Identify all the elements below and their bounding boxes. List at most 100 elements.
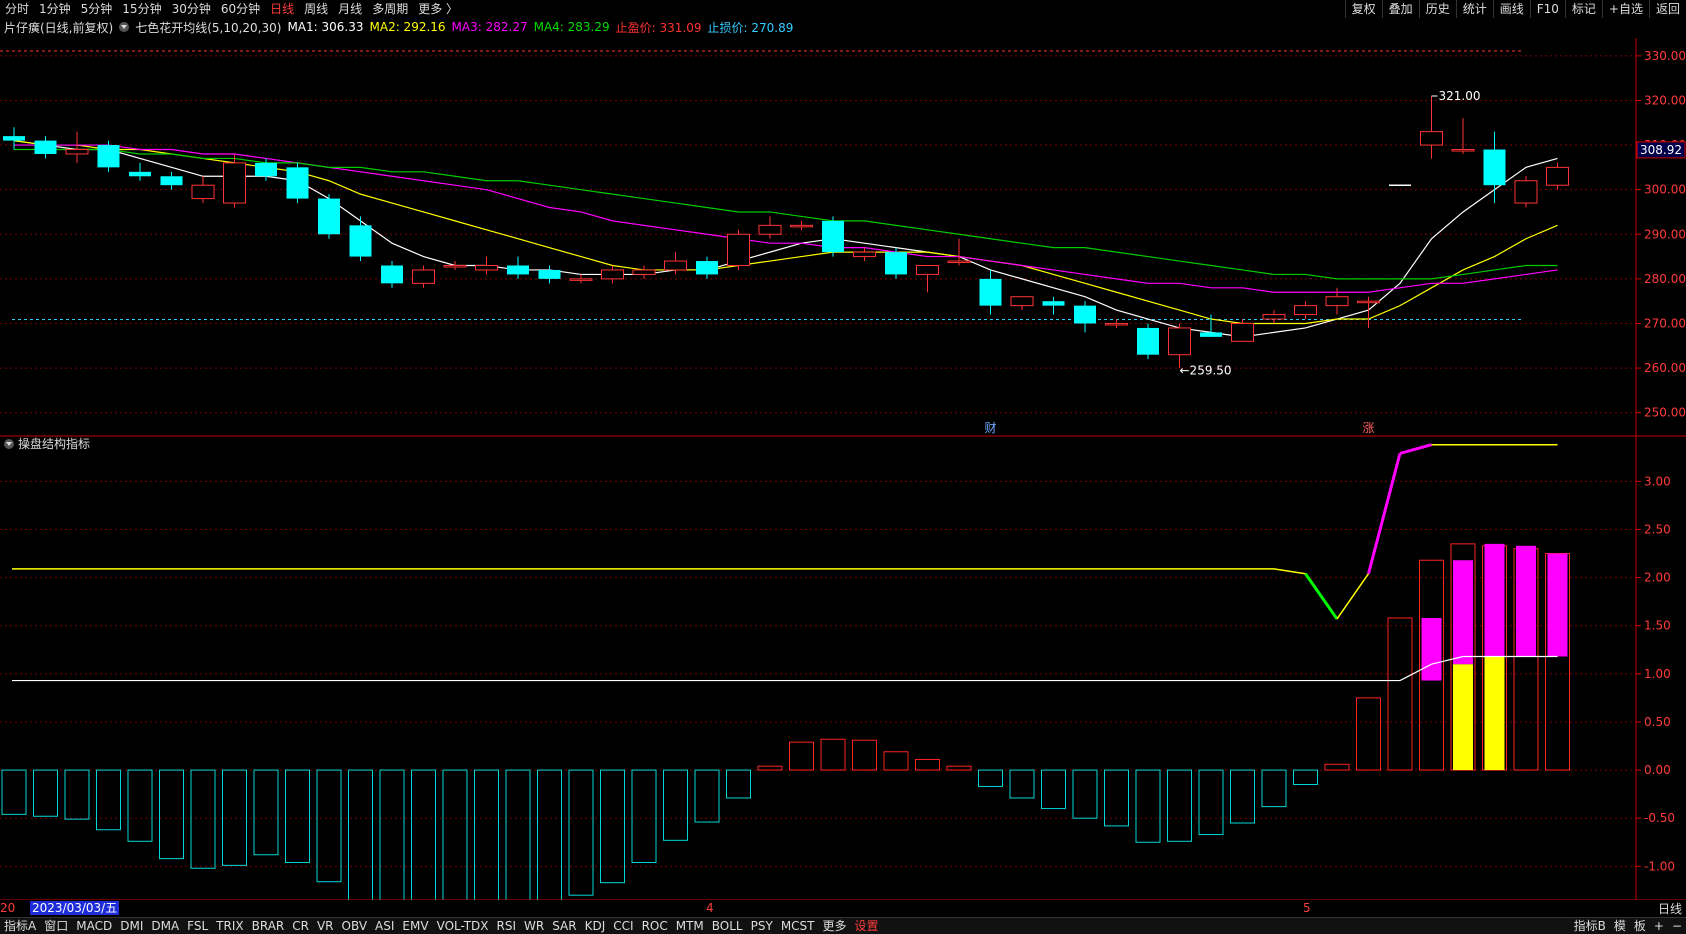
indicator-bar [883,751,909,771]
indicator-magenta-block [1453,560,1473,665]
candle [3,127,25,150]
indicator-tab-12[interactable]: EMV [398,918,432,934]
indicator-tab-4[interactable]: DMA [147,918,183,934]
indicator-tab-10[interactable]: OBV [338,918,372,934]
indicator-tab-21[interactable]: BOLL [708,918,747,934]
indicator-bar [978,769,1003,787]
candle [696,256,718,279]
indicator-magenta-block [1484,543,1505,657]
bottom-right-button-0[interactable]: 指标B [1570,918,1610,934]
candle [1451,118,1475,154]
indicator-tick-label: 3.00 [1644,474,1671,488]
candle [853,247,876,262]
indicator-tab-13[interactable]: VOL-TDX [433,918,493,934]
indicator-bar [1387,617,1413,771]
candle [538,265,561,284]
indicator-collapse-icon[interactable] [4,438,14,449]
indicator-upper-curve [1273,568,1306,575]
indicator-tab-14[interactable]: RSI [493,918,521,934]
indicator-magenta-block [1547,553,1568,657]
indicator-bar [631,769,657,863]
candle-body [286,167,309,199]
price-tick-label: 270.00 [1644,316,1686,330]
indicator-tab-19[interactable]: ROC [638,918,672,934]
price-tick-label: 260.00 [1644,361,1686,375]
indicator-tab-22[interactable]: PSY [747,918,777,934]
indicator-bar [1167,769,1192,842]
indicator-tab-25[interactable]: 设置 [851,918,883,934]
candle [129,162,151,181]
bottom-right-button-4[interactable]: − [1668,918,1686,934]
candle-body [790,224,813,228]
date-bar-year: 20 [0,901,16,915]
candle [412,265,435,288]
indicator-tab-23[interactable]: MCST [777,918,819,934]
candle [979,269,1002,315]
indicator-tab-8[interactable]: CR [288,918,313,934]
bottom-right-button-2[interactable]: 板 [1630,918,1650,934]
indicator-yellow-block [1453,664,1473,771]
candle-body [569,278,593,281]
indicator-tick-label: 2.50 [1644,522,1671,536]
candle [1105,319,1128,328]
candle [475,256,498,275]
indicator-tab-3[interactable]: DMI [116,918,147,934]
indicator-tab-20[interactable]: MTM [672,918,708,934]
price-grid [0,50,1636,414]
indicator-tab-24[interactable]: 更多 [819,918,851,934]
indicator-tab-6[interactable]: TRIX [212,918,247,934]
candle [1294,301,1317,320]
candle-body [1294,305,1317,316]
indicator-tab-1[interactable]: 窗口 [40,918,72,934]
price-tick-label: 290.00 [1644,227,1686,241]
indicator-tab-17[interactable]: KDJ [581,918,610,934]
candle-body [412,269,435,284]
candle-body [443,264,467,268]
indicator-tab-9[interactable]: VR [313,918,338,934]
indicator-tab-18[interactable]: CCI [609,918,637,934]
indicator-bar [474,769,499,900]
indicator-tab-2[interactable]: MACD [72,918,116,934]
candle-body [318,198,340,235]
candle [1546,162,1569,190]
candle [632,265,656,279]
indicator-tab-11[interactable]: ASI [371,918,398,934]
indicator-tick-label: 1.50 [1644,619,1671,633]
indicator-tab-15[interactable]: WR [520,918,548,934]
candle-body [349,225,372,257]
kline-chart[interactable]: 330.00320.00310.00300.00290.00280.00270.… [0,0,1686,900]
indicator-tick-label: 0.50 [1644,715,1671,729]
bottom-right-button-3[interactable]: + [1650,918,1668,934]
indicator-bar [915,758,940,771]
candle-body [853,251,876,258]
indicator-bar [64,769,90,820]
indicator-tick-label: -1.00 [1644,859,1675,873]
candle-body [1042,301,1065,306]
candle [191,176,215,204]
high-price-label: 321.00 [1439,89,1481,103]
indicator-tab-7[interactable]: BRAR [248,918,289,934]
price-tick-label: 320.00 [1644,93,1686,107]
candle-body [727,233,750,266]
price-tick-label: 300.00 [1644,183,1686,197]
candle [1137,323,1159,360]
indicator-bar [1072,769,1098,819]
candle [1200,314,1222,337]
indicator-tab-16[interactable]: SAR [548,918,580,934]
indicator-tabs: 指标A 窗口 MACD DMI DMA FSL TRIX BRAR CR VR OBV ASI EMV V… [0,918,883,934]
indicator-bar [1135,769,1161,843]
indicator-axis: 3.00 2.50 2.00 1.50 1.00 0.50 0.00 -0.50 -1.00 [1636,474,1675,873]
indicator-bar [789,741,814,771]
candle-body [1231,322,1254,342]
candle [34,136,57,159]
candle [727,229,750,270]
candle [1420,95,1443,159]
bottom-right-button-1[interactable]: 模 [1610,918,1630,934]
candle [1514,176,1538,208]
indicator-bar [285,769,310,863]
candle [1074,301,1096,333]
candle-body [3,136,25,141]
indicator-tab-0[interactable]: 指标A [0,918,40,934]
indicator-tab-5[interactable]: FSL [183,918,212,934]
indicator-bar [1198,769,1224,836]
